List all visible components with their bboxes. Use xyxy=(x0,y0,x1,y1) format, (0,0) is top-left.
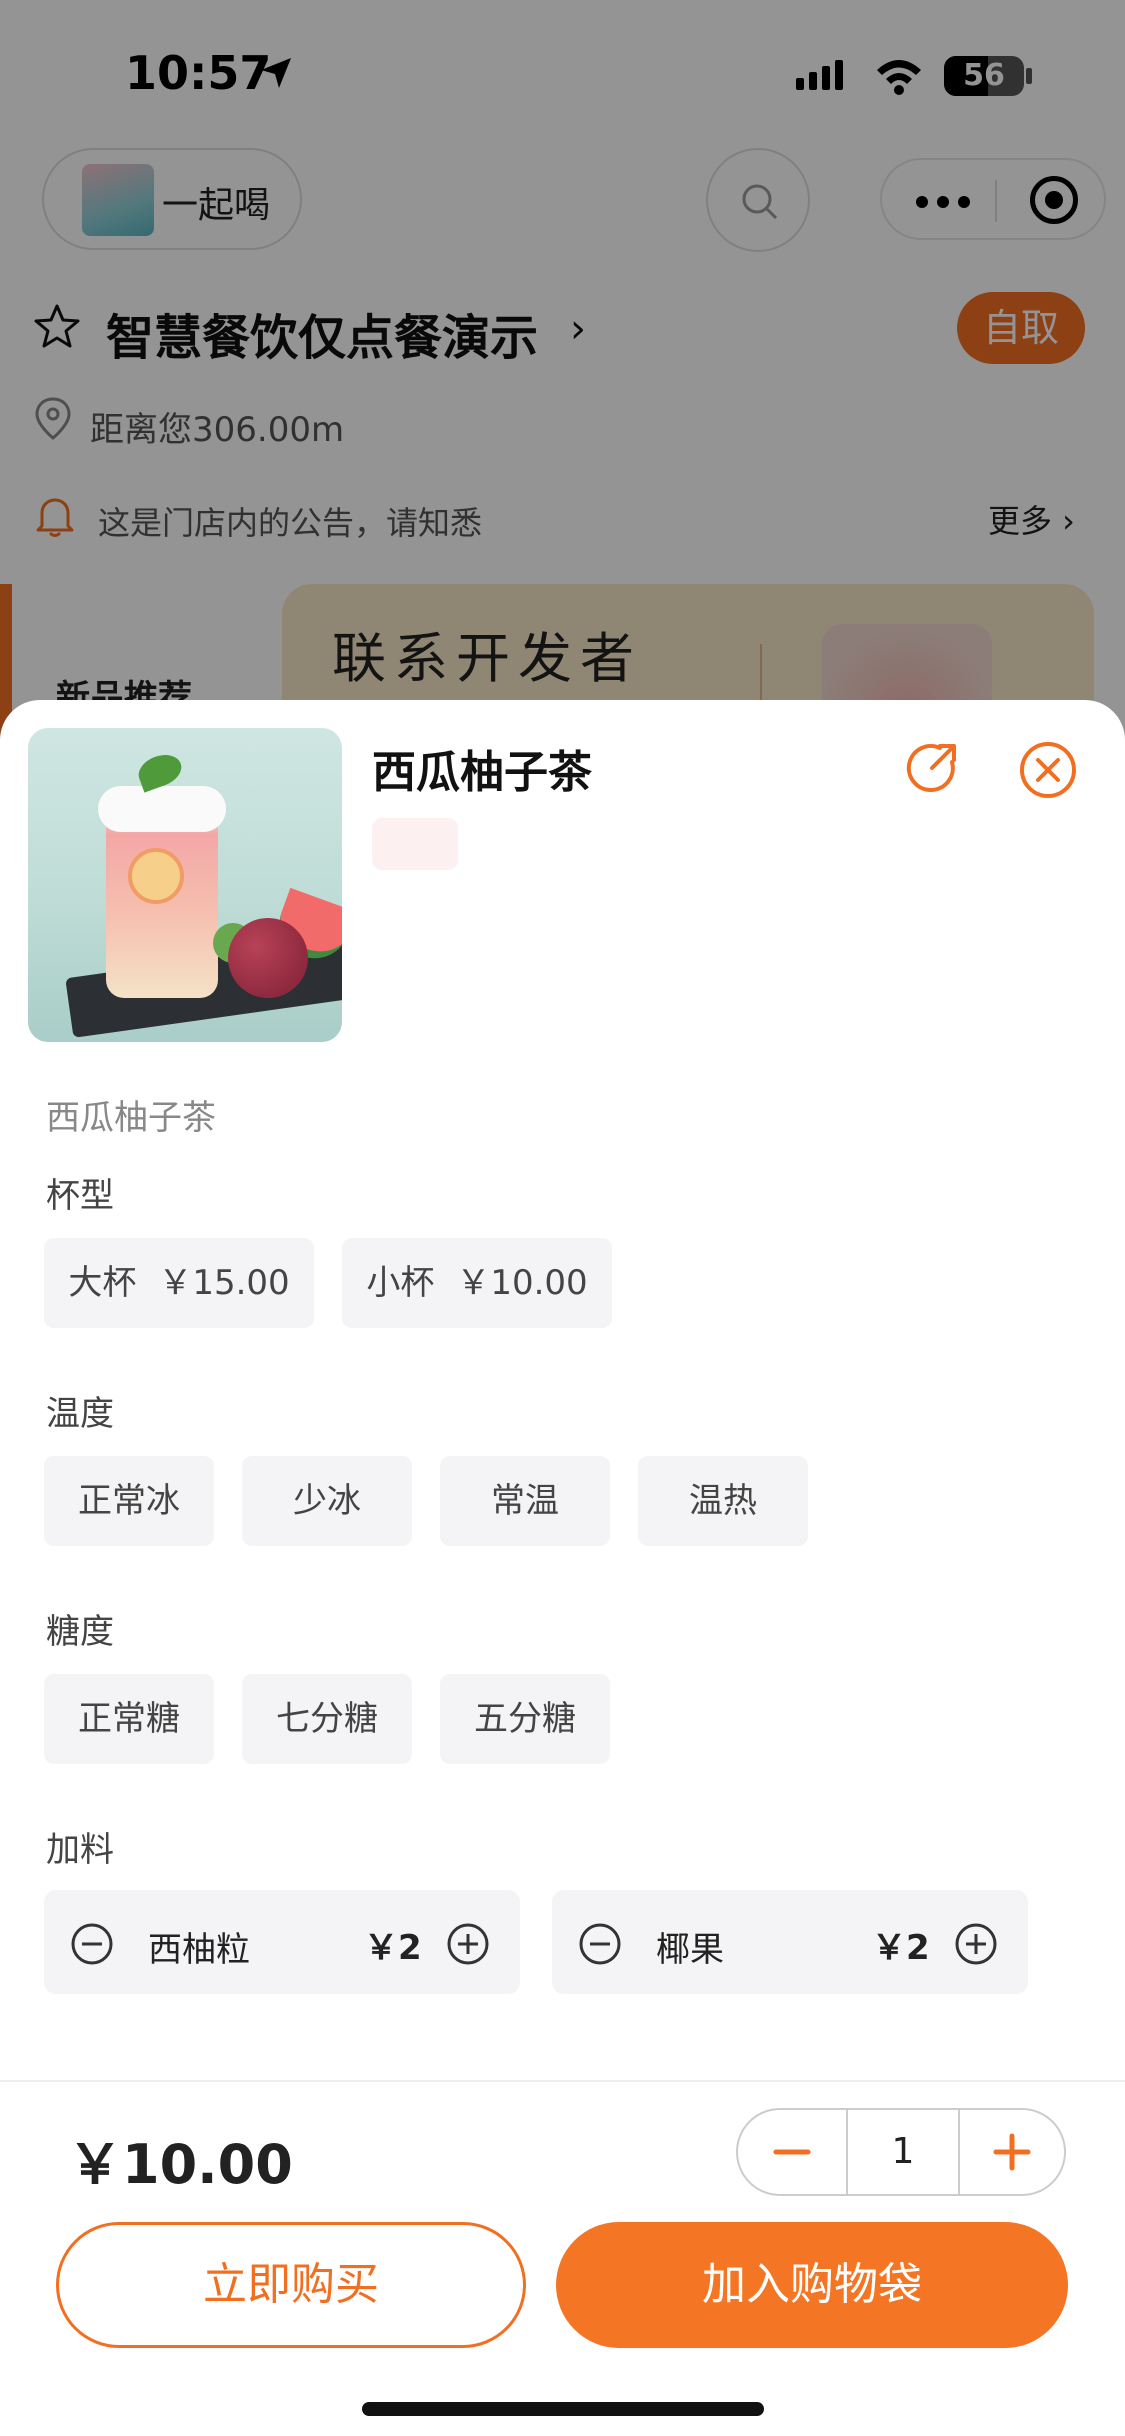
topping-name: 西柚粒 xyxy=(148,1930,250,1970)
plus-circle-icon[interactable] xyxy=(446,1922,490,1966)
topping-price: ￥2 xyxy=(872,1928,930,1968)
temp-option-normal-ice[interactable]: 正常冰 xyxy=(44,1456,214,1546)
topping-item-coconut: 椰果 ￥2 xyxy=(552,1890,1028,1994)
product-image xyxy=(28,728,342,1042)
cup-size-label: 杯型 xyxy=(46,1176,114,1216)
add-to-bag-button[interactable]: 加入购物袋 xyxy=(556,2222,1068,2348)
quantity-stepper: 1 xyxy=(736,2108,1066,2196)
sugar-option-normal[interactable]: 正常糖 xyxy=(44,1674,214,1764)
quantity-value: 1 xyxy=(891,2131,915,2172)
topping-item-grapefruit: 西柚粒 ￥2 xyxy=(44,1890,520,1994)
product-options-sheet: 西瓜柚子茶 西瓜柚子茶 杯型 大杯 ￥15.00 小杯 ￥10.00 温度 正常冰 … xyxy=(0,700,1125,2436)
product-description: 西瓜柚子茶 xyxy=(46,1098,216,1138)
minus-circle-icon[interactable] xyxy=(578,1922,622,1966)
minus-icon xyxy=(773,2149,811,2155)
quantity-increment-button[interactable] xyxy=(960,2110,1064,2194)
total-price: ￥10.00 xyxy=(68,2133,293,2196)
product-tag xyxy=(372,818,458,870)
share-icon[interactable] xyxy=(902,738,962,798)
buy-now-button[interactable]: 立即购买 xyxy=(56,2222,526,2348)
sugar-label: 糖度 xyxy=(46,1612,114,1652)
home-indicator xyxy=(362,2402,764,2416)
topping-price: ￥2 xyxy=(364,1928,422,1968)
temp-option-room-temp[interactable]: 常温 xyxy=(440,1456,610,1546)
close-icon[interactable] xyxy=(1018,740,1078,800)
temperature-label: 温度 xyxy=(46,1394,114,1434)
temp-option-warm[interactable]: 温热 xyxy=(638,1456,808,1546)
product-title: 西瓜柚子茶 xyxy=(372,747,592,798)
sugar-option-fifty[interactable]: 五分糖 xyxy=(440,1674,610,1764)
minus-circle-icon[interactable] xyxy=(70,1922,114,1966)
toppings-label: 加料 xyxy=(46,1830,114,1870)
cup-option-large[interactable]: 大杯 ￥15.00 xyxy=(44,1238,314,1328)
quantity-decrement-button[interactable] xyxy=(738,2110,846,2194)
plus-icon xyxy=(993,2133,1031,2171)
cup-option-small[interactable]: 小杯 ￥10.00 xyxy=(342,1238,612,1328)
sugar-option-seventy[interactable]: 七分糖 xyxy=(242,1674,412,1764)
temp-option-less-ice[interactable]: 少冰 xyxy=(242,1456,412,1546)
footer-divider xyxy=(0,2080,1125,2082)
topping-name: 椰果 xyxy=(656,1930,724,1970)
plus-circle-icon[interactable] xyxy=(954,1922,998,1966)
